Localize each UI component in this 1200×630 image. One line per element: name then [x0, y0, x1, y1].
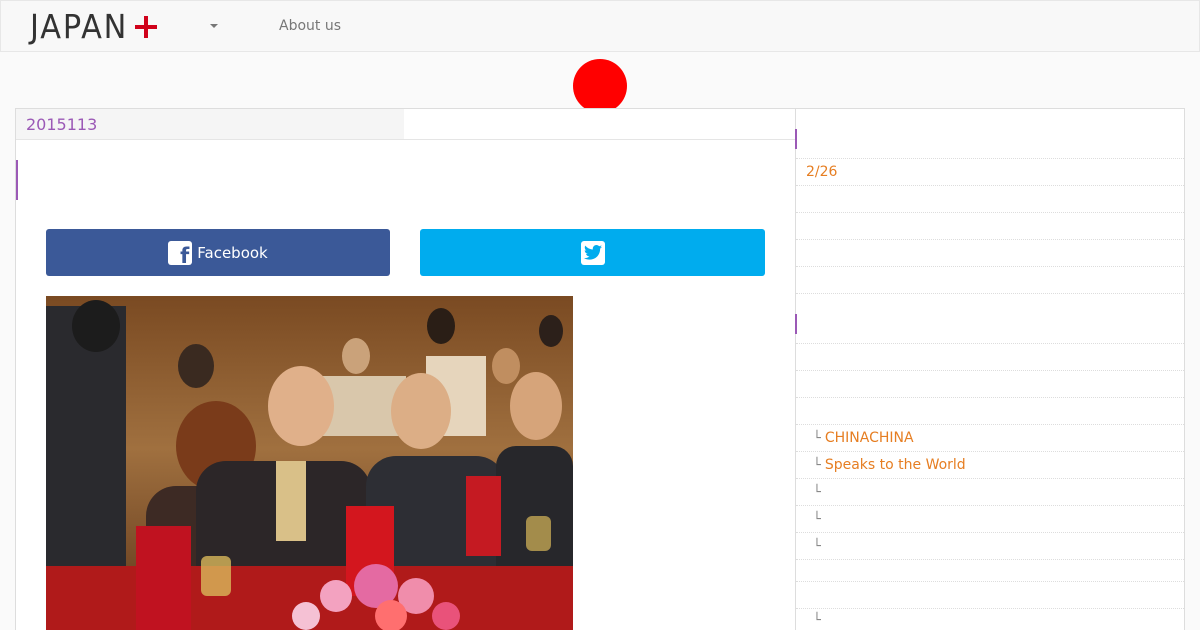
article-date: 2015113	[26, 115, 98, 134]
sidebar-row	[796, 344, 1184, 371]
sidebar-row: 2/26	[796, 159, 1184, 186]
sidebar-row	[796, 294, 1184, 344]
title-accent-bar	[16, 160, 18, 200]
navbar: JAPAN About us	[0, 0, 1200, 52]
list-item[interactable]: └	[796, 533, 1184, 560]
sidebar-link[interactable]: Speaks to the World	[825, 457, 966, 473]
branch-icon: └	[813, 613, 821, 628]
divider	[16, 139, 795, 140]
dropdown-caret-icon[interactable]	[210, 24, 218, 28]
site-logo[interactable]: JAPAN	[30, 9, 157, 45]
branch-icon: └	[813, 539, 821, 554]
list-item[interactable]: └	[796, 479, 1184, 506]
facebook-share-label: Facebook	[197, 243, 268, 262]
sidebar-accent-bar	[795, 129, 797, 149]
sidebar-row	[796, 560, 1184, 582]
sidebar-row	[796, 398, 1184, 425]
sidebar-row	[796, 582, 1184, 609]
sidebar-link[interactable]: CHINACHINA	[825, 430, 914, 446]
article-photo	[46, 296, 573, 630]
sidebar-row	[796, 213, 1184, 240]
branch-icon: └	[813, 512, 821, 527]
nav-about-link[interactable]: About us	[279, 18, 341, 34]
list-item[interactable]: └ CHINACHINA	[796, 425, 1184, 452]
list-item[interactable]: └	[796, 506, 1184, 533]
plus-icon	[134, 16, 157, 38]
japan-flag-dot	[573, 59, 627, 113]
list-item[interactable]: └ Speaks to the World	[796, 452, 1184, 479]
sidebar-row	[796, 240, 1184, 267]
sidebar-row	[796, 371, 1184, 398]
branch-icon: └	[813, 485, 821, 500]
list-item[interactable]: └	[796, 609, 1184, 630]
facebook-icon: f	[168, 240, 193, 268]
sidebar-panel: 2/26 └ CHINACHINA └ Speaks to the World └ …	[795, 108, 1185, 630]
twitter-share-button[interactable]	[420, 229, 765, 276]
date-bar: 2015113	[16, 109, 404, 139]
sidebar-row	[796, 186, 1184, 213]
sidebar-date[interactable]: 2/26	[806, 164, 837, 180]
sidebar-row	[796, 267, 1184, 294]
sidebar-accent-bar	[795, 314, 797, 334]
branch-icon: └	[813, 431, 821, 446]
facebook-share-button[interactable]: f Facebook	[46, 229, 390, 276]
article-panel: 2015113 f Facebook	[15, 108, 796, 630]
logo-text: JAPAN	[30, 7, 129, 46]
twitter-icon	[580, 240, 605, 265]
branch-icon: └	[813, 458, 821, 473]
sidebar-row	[796, 109, 1184, 159]
